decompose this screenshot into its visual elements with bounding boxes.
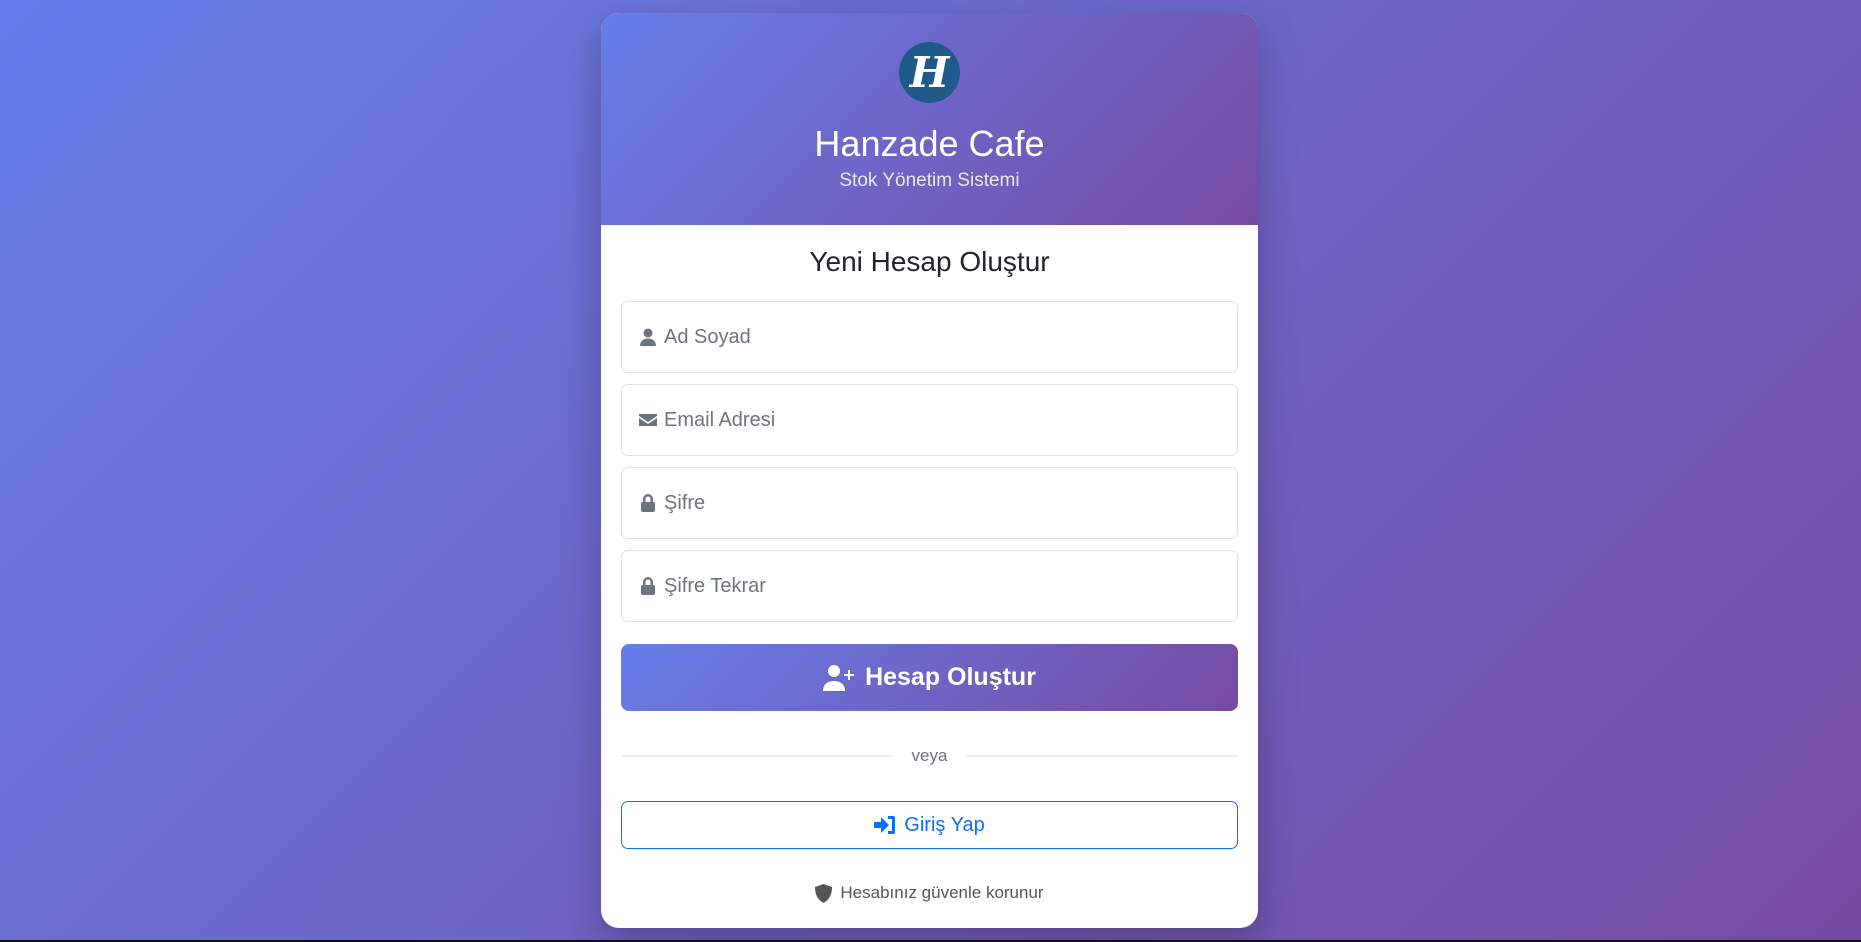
sign-in-icon [874, 816, 896, 834]
card-header: H Hanzade Cafe Stok Yönetim Sistemi [601, 13, 1258, 225]
or-divider: veya [621, 743, 1239, 769]
user-icon [640, 328, 656, 346]
full-name-input[interactable]: Ad Soyad [621, 301, 1238, 373]
shield-icon [815, 883, 833, 903]
lock-icon [641, 577, 655, 595]
brand-title: Hanzade Cafe [814, 123, 1045, 164]
create-account-button[interactable]: Hesap Oluştur [621, 644, 1238, 711]
lock-icon [641, 494, 655, 512]
password-input[interactable]: Şifre [621, 467, 1238, 539]
password-placeholder: Şifre [664, 491, 706, 514]
create-account-label: Hesap Oluştur [865, 663, 1036, 691]
divider-text: veya [911, 746, 948, 765]
envelope-icon [639, 414, 657, 426]
email-input[interactable]: Email Adresi [621, 384, 1238, 456]
email-placeholder: Email Adresi [664, 408, 776, 431]
brand-logo: H [899, 42, 960, 103]
brand-subtitle: Stok Yönetim Sistemi [839, 170, 1020, 191]
password-confirm-placeholder: Şifre Tekrar [664, 574, 766, 597]
form-heading: Yeni Hesap Oluştur [809, 246, 1050, 277]
password-confirm-input[interactable]: Şifre Tekrar [621, 550, 1238, 622]
security-note-text: Hesabınız güvenle korunur [840, 883, 1044, 902]
login-label: Giriş Yap [904, 813, 985, 836]
user-plus-icon [823, 664, 855, 691]
security-note: Hesabınız güvenle korunur [601, 883, 1258, 903]
register-card: H Hanzade Cafe Stok Yönetim Sistemi Yeni… [601, 13, 1258, 928]
login-button[interactable]: Giriş Yap [621, 801, 1238, 849]
full-name-placeholder: Ad Soyad [664, 325, 751, 348]
